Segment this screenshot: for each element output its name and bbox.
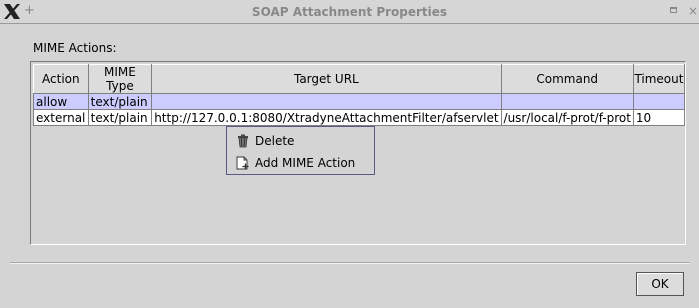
- context-menu: Delete Add MIME Action: [226, 126, 375, 175]
- cell-timeout[interactable]: 10: [632, 109, 686, 126]
- title-bar: + SOAP Attachment Properties ×: [0, 0, 699, 24]
- cell-target-url[interactable]: http://127.0.0.1:8080/XtradyneAttachment…: [151, 109, 502, 126]
- cell-target-url[interactable]: [151, 93, 502, 110]
- table-header-row: Action MIME Type Target URL Command Time…: [33, 64, 686, 94]
- table-row[interactable]: allow text/plain: [33, 93, 686, 110]
- mime-actions-label: MIME Actions:: [33, 41, 117, 55]
- ok-button[interactable]: OK: [636, 272, 684, 296]
- cell-command[interactable]: /usr/local/f-prot/f-prot: [500, 109, 634, 126]
- add-document-icon: [236, 156, 249, 170]
- cell-mime-type[interactable]: text/plain: [87, 109, 153, 126]
- window-title: SOAP Attachment Properties: [251, 5, 448, 19]
- maximize-icon[interactable]: [670, 7, 677, 13]
- menu-item-label: Delete: [255, 134, 295, 148]
- column-header-target-url[interactable]: Target URL: [151, 64, 502, 94]
- column-header-action[interactable]: Action: [33, 64, 89, 94]
- cell-action[interactable]: external: [33, 109, 89, 126]
- cell-mime-type[interactable]: text/plain: [87, 93, 153, 110]
- separator: [10, 262, 690, 264]
- menu-item-add-mime-action[interactable]: Add MIME Action: [236, 154, 355, 172]
- table-row[interactable]: external text/plain http://127.0.0.1:808…: [33, 109, 686, 126]
- cell-timeout[interactable]: [632, 93, 686, 110]
- close-icon[interactable]: ×: [688, 4, 698, 18]
- menu-item-label: Add MIME Action: [255, 156, 356, 170]
- column-header-timeout[interactable]: Timeout: [632, 64, 686, 94]
- column-header-command[interactable]: Command: [500, 64, 634, 94]
- cell-action[interactable]: allow: [33, 93, 89, 110]
- menu-item-delete[interactable]: Delete: [236, 132, 294, 150]
- trash-icon: [238, 134, 248, 148]
- cell-command[interactable]: [500, 93, 634, 110]
- mime-actions-table: Action MIME Type Target URL Command Time…: [33, 64, 686, 126]
- column-header-mime-type[interactable]: MIME Type: [87, 64, 153, 94]
